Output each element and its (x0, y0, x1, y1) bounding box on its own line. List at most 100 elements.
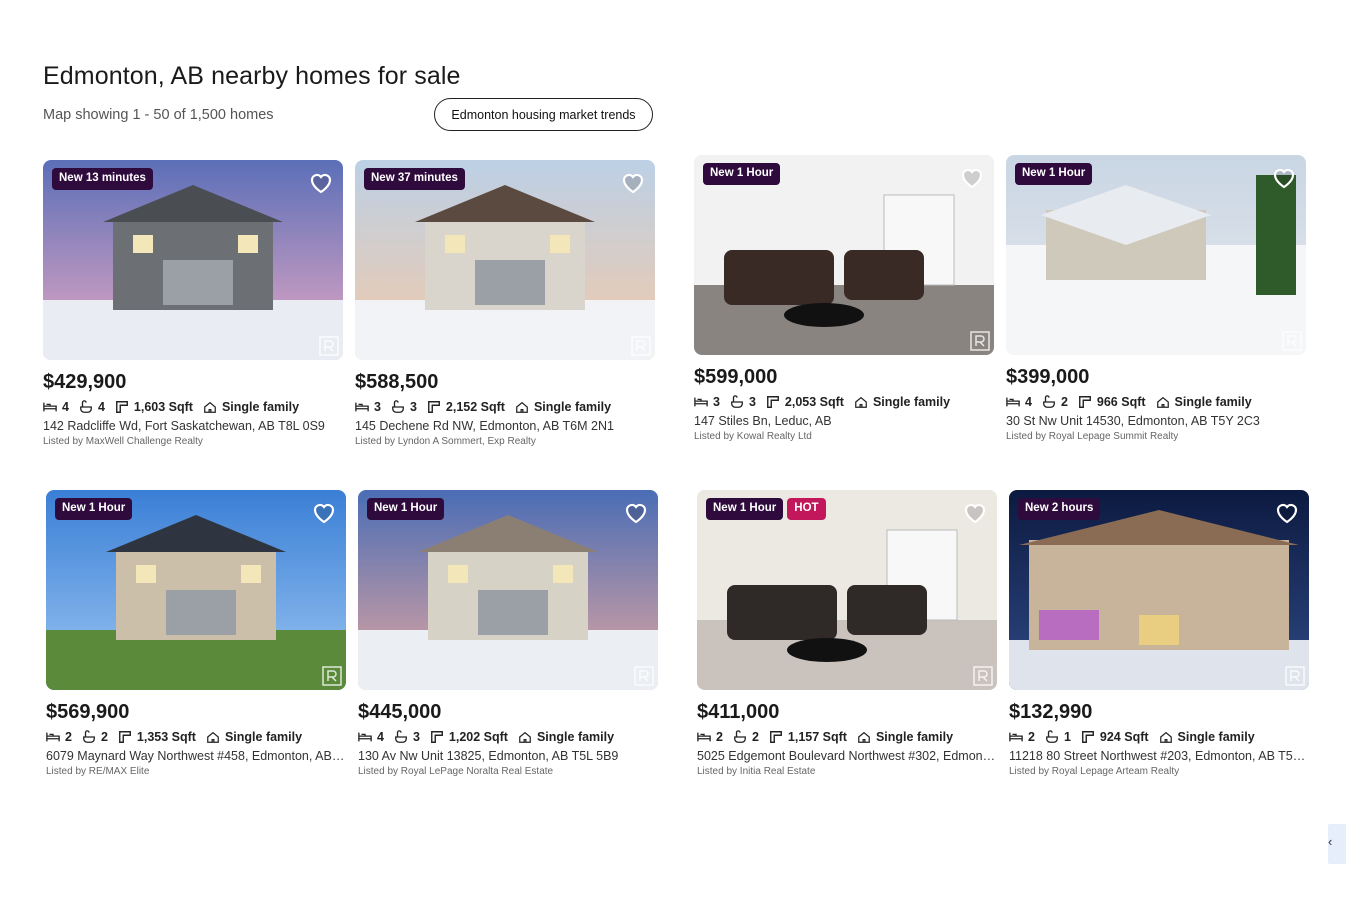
listing-broker: Listed by Lyndon A Sommert, Exp Realty (355, 436, 536, 447)
sqft-icon (115, 401, 128, 413)
listing-broker: Listed by Royal Lepage Arteam Realty (1009, 766, 1180, 777)
listing-photo-container[interactable]: New 1 Hour (694, 155, 994, 355)
baths-value: 3 (412, 730, 420, 744)
favorite-heart-icon[interactable] (307, 168, 335, 196)
sqft-value: 924 Sqft (1099, 730, 1149, 744)
listing-address[interactable]: 142 Radcliffe Wd, Fort Saskatchewan, AB … (43, 418, 343, 435)
listing-price: $599,000 (694, 366, 778, 388)
bed-icon (358, 732, 372, 742)
favorite-heart-icon[interactable] (619, 168, 647, 196)
beds-value: 4 (1025, 395, 1032, 409)
property-type-value: Single family (872, 395, 951, 409)
sqft-icon (766, 396, 779, 408)
beds-spec: 3 (694, 395, 720, 409)
listing-address[interactable]: 130 Av Nw Unit 13825, Edmonton, AB T5L 5… (358, 748, 658, 765)
listing-card[interactable]: New 1 Hour $569,900 2 2 1,353 Sqft Singl… (46, 490, 346, 777)
market-trends-button[interactable]: Edmonton housing market trends (434, 98, 653, 131)
baths-spec: 3 (730, 395, 756, 409)
sqft-value: 1,157 Sqft (787, 730, 847, 744)
sqft-spec: 1,157 Sqft (769, 730, 847, 744)
sqft-icon (769, 731, 782, 743)
sqft-spec: 2,152 Sqft (427, 400, 505, 414)
badge-group: New 1 Hour (1015, 163, 1093, 185)
favorite-heart-icon[interactable] (961, 498, 989, 526)
bath-icon (1046, 730, 1058, 743)
property-type-value: Single family (1177, 730, 1255, 744)
listing-card[interactable]: New 37 minutes $588,500 3 3 2,152 Sqft S… (355, 160, 655, 447)
listing-specs: 2 2 1,157 Sqft Single family (697, 729, 997, 745)
listing-specs: 4 4 1,603 Sqft Single family (43, 399, 343, 415)
listing-address[interactable]: 5025 Edgemont Boulevard Northwest #302, … (697, 748, 997, 765)
new-listing-badge: New 1 Hour (367, 498, 445, 520)
listing-photo-container[interactable]: New 1 Hour (1006, 155, 1306, 355)
new-listing-badge: New 1 Hour (55, 498, 133, 520)
property-type-value: Single family (536, 730, 615, 744)
bath-icon (392, 400, 404, 413)
realtor-logo-icon (973, 666, 993, 686)
listing-specs: 2 1 924 Sqft Single family (1009, 729, 1309, 745)
badge-group: New 1 Hour (703, 163, 781, 185)
favorite-heart-icon[interactable] (1273, 498, 1301, 526)
listing-photo (46, 490, 346, 690)
beds-value: 2 (716, 730, 723, 744)
property-type-spec: Single family (1156, 395, 1252, 409)
listing-card[interactable]: New 1 Hour $399,000 4 2 966 Sqft Single … (1006, 155, 1306, 442)
listing-address[interactable]: 147 Stiles Bn, Leduc, AB (694, 413, 994, 430)
bath-icon (1043, 395, 1055, 408)
listing-photo-container[interactable]: New 1 Hour HOT (697, 490, 997, 690)
new-listing-badge: New 1 Hour (1015, 163, 1093, 185)
beds-spec: 2 (1009, 730, 1035, 744)
bed-icon (694, 397, 708, 407)
realtor-logo-icon (1282, 331, 1302, 351)
listing-card[interactable]: New 13 minutes $429,900 4 4 1,603 Sqft S… (43, 160, 343, 447)
baths-value: 3 (748, 395, 756, 409)
listing-price: $411,000 (697, 701, 780, 723)
badge-group: New 1 Hour (55, 498, 133, 520)
property-type-value: Single family (1174, 395, 1252, 409)
sqft-spec: 966 Sqft (1078, 395, 1146, 409)
home-icon (204, 401, 216, 413)
beds-spec: 4 (1006, 395, 1032, 409)
beds-spec: 2 (697, 730, 723, 744)
listing-price: $588,500 (355, 371, 439, 393)
property-type-spec: Single family (1159, 730, 1255, 744)
favorite-heart-icon[interactable] (310, 498, 338, 526)
listing-photo-container[interactable]: New 13 minutes (43, 160, 343, 360)
listing-price: $429,900 (43, 371, 127, 393)
new-listing-badge: New 37 minutes (364, 168, 465, 190)
listing-broker: Listed by Initia Real Estate (697, 766, 816, 777)
listing-photo-container[interactable]: New 1 Hour (358, 490, 658, 690)
listing-card[interactable]: New 1 Hour $599,000 3 3 2,053 Sqft Singl… (694, 155, 994, 442)
favorite-heart-icon[interactable] (958, 163, 986, 191)
hot-badge: HOT (787, 498, 826, 520)
sqft-value: 1,202 Sqft (448, 730, 508, 744)
property-type-value: Single family (224, 730, 303, 744)
property-type-spec: Single family (203, 400, 299, 414)
listing-photo-container[interactable]: New 37 minutes (355, 160, 655, 360)
listing-photo (355, 160, 655, 360)
beds-value: 3 (374, 400, 381, 414)
sqft-icon (430, 731, 443, 743)
listing-card[interactable]: New 1 Hour $445,000 4 3 1,202 Sqft Singl… (358, 490, 658, 777)
home-icon (207, 731, 219, 743)
chevron-left-icon: ‹ (1328, 834, 1333, 849)
listing-card[interactable]: New 2 hours $132,990 2 1 924 Sqft Single… (1009, 490, 1309, 777)
sqft-icon (427, 401, 440, 413)
beds-value: 2 (1028, 730, 1035, 744)
listing-photo-container[interactable]: New 1 Hour (46, 490, 346, 690)
baths-spec: 3 (394, 730, 420, 744)
listing-address[interactable]: 30 St Nw Unit 14530, Edmonton, AB T5Y 2C… (1006, 413, 1306, 430)
listing-card[interactable]: New 1 Hour HOT $411,000 2 2 1,157 Sqft Si… (697, 490, 997, 777)
bath-icon (731, 395, 743, 408)
listing-address[interactable]: 6079 Maynard Way Northwest #458, Edmonto… (46, 748, 346, 765)
favorite-heart-icon[interactable] (1270, 163, 1298, 191)
bed-icon (43, 402, 57, 412)
listing-photo-container[interactable]: New 2 hours (1009, 490, 1309, 690)
favorite-heart-icon[interactable] (622, 498, 650, 526)
baths-spec: 2 (733, 730, 759, 744)
new-listing-badge: New 1 Hour (706, 498, 784, 520)
bath-icon (734, 730, 746, 743)
listing-address[interactable]: 145 Dechene Rd NW, Edmonton, AB T6M 2N1 (355, 418, 655, 435)
listing-address[interactable]: 11218 80 Street Northwest #203, Edmonton… (1009, 748, 1309, 765)
map-toggle-tab[interactable]: ‹ (1328, 824, 1346, 864)
